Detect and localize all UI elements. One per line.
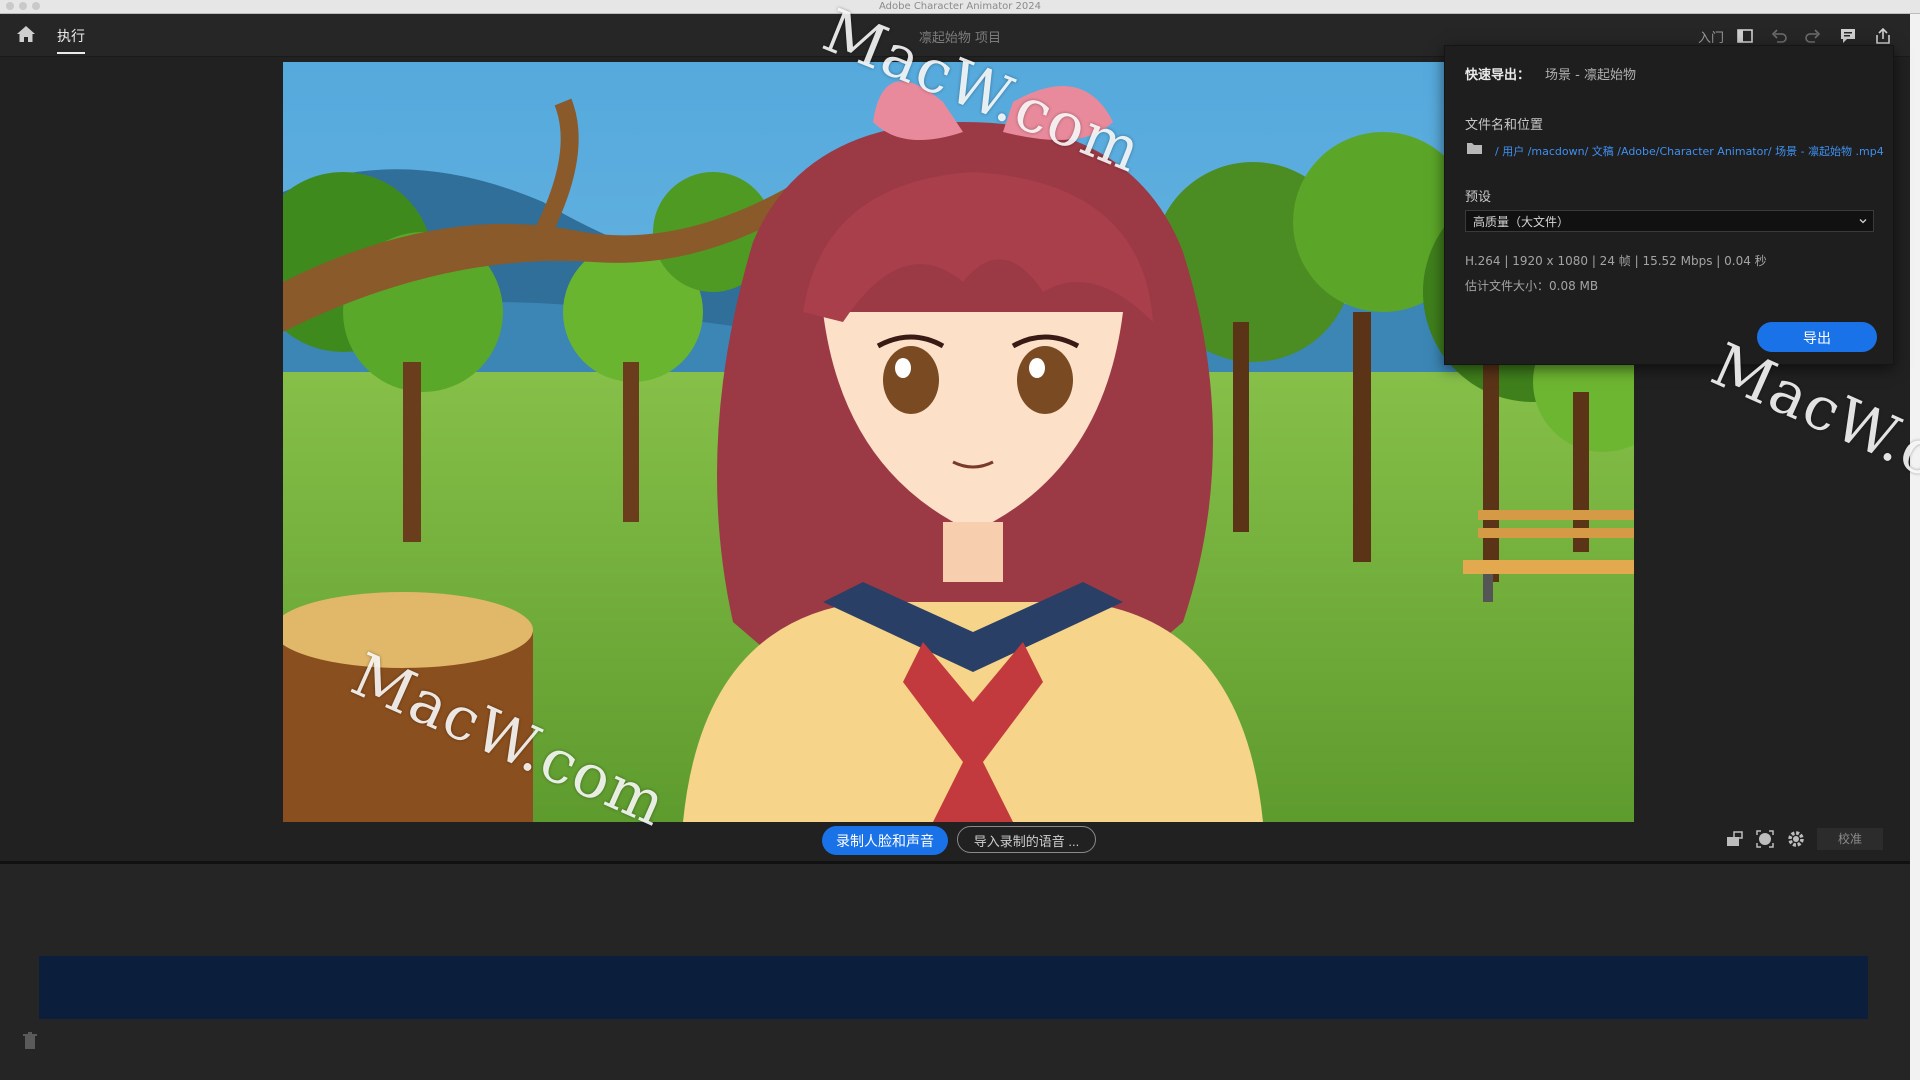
right-edge-bar (1910, 14, 1920, 1080)
window-title: Adobe Character Animator 2024 (879, 1, 1041, 12)
estimated-size-value: 0.08 MB (1549, 279, 1599, 293)
preset-dropdown-value: 高质量（大文件） (1473, 215, 1570, 229)
quick-export-scene-name: 场景 - 凛起始物 (1545, 68, 1636, 83)
estimated-size-label: 估计文件大小： (1465, 279, 1550, 293)
file-location-label: 文件名和位置 (1465, 118, 1544, 133)
redo-icon[interactable] (1804, 27, 1822, 45)
preset-label: 预设 (1465, 190, 1492, 205)
export-button[interactable]: 导出 (1757, 322, 1877, 352)
quick-export-heading: 快速导出： (1465, 68, 1531, 83)
folder-icon[interactable] (1467, 142, 1482, 154)
face-tracking-icon[interactable] (1755, 829, 1775, 849)
preset-dropdown[interactable]: 高质量（大文件） (1465, 210, 1874, 232)
import-recorded-audio-button[interactable]: 导入录制的语音 ... (957, 826, 1096, 853)
window-titlebar: Adobe Character Animator 2024 (0, 0, 1920, 14)
home-icon[interactable] (16, 25, 36, 43)
quick-export-panel: 快速导出： 场景 - 凛起始物 文件名和位置 / 用户 /macdown/ 文稿… (1444, 45, 1894, 365)
export-spec-summary: H.264 | 1920 x 1080 | 24 帧 | 15.52 Mbps … (1465, 254, 1767, 268)
feedback-icon[interactable] (1839, 27, 1857, 45)
calibrate-button[interactable]: 校准 (1817, 828, 1883, 850)
settings-gear-icon[interactable] (1786, 829, 1806, 849)
workspace-icon[interactable] (1736, 27, 1754, 45)
record-face-and-voice-button[interactable]: 录制人脸和声音 (822, 826, 948, 855)
chevron-down-icon (1859, 219, 1867, 224)
trash-icon[interactable] (22, 1032, 38, 1050)
export-file-path-link[interactable]: / 用户 /macdown/ 文稿 /Adobe/Character Anima… (1495, 143, 1884, 159)
estimated-file-size: 估计文件大小：0.08 MB (1465, 277, 1598, 294)
tab-perform[interactable]: 执行 (57, 26, 85, 54)
timeline-track[interactable] (39, 956, 1868, 1019)
scene-size-icon[interactable] (1725, 829, 1745, 849)
getting-started-link[interactable]: 入门 (1698, 27, 1724, 46)
share-icon[interactable] (1874, 27, 1892, 45)
undo-icon[interactable] (1770, 27, 1788, 45)
